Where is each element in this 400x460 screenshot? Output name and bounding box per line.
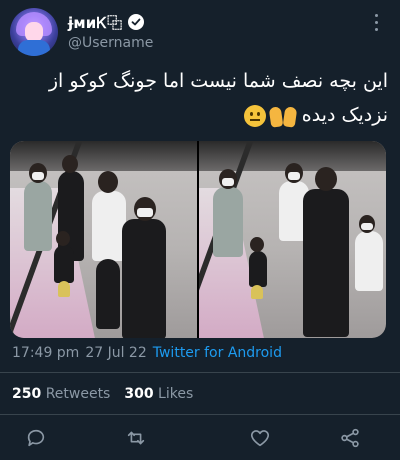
tweet-text-line-2: نزدیک دیده	[12, 98, 388, 132]
tweet-source-link[interactable]: Twitter for Android	[153, 345, 282, 361]
user-handle[interactable]: @Username	[68, 35, 153, 51]
divider-bottom	[0, 414, 400, 415]
reply-icon[interactable]	[22, 424, 50, 452]
tweet-meta: 17:49 pm 27 Jul 22 Twitter for Android	[12, 345, 282, 361]
verified-badge-icon	[128, 14, 145, 30]
tweet-actions	[0, 420, 400, 456]
tweet-text: این بچه نصف شما نیست اما جونگ کوکو از نز…	[12, 64, 388, 132]
retweets-stat[interactable]: 250 Retweets	[12, 386, 110, 402]
display-name[interactable]: ɉᴍᴎᏦ⿻	[68, 12, 122, 33]
photo-left[interactable]	[10, 141, 197, 338]
tweet-media[interactable]	[10, 141, 386, 338]
folded-hands-emoji-icon	[268, 105, 298, 128]
tweet-stats: 250 Retweets 300 Likes	[12, 386, 193, 402]
divider-top	[0, 372, 400, 373]
retweets-count: 250	[12, 386, 42, 402]
likes-count: 300	[124, 386, 154, 402]
tweet-date[interactable]: 27 Jul 22	[85, 345, 146, 361]
more-options-icon[interactable]	[366, 12, 386, 32]
tweet-header: ɉᴍᴎᏦ⿻ @Username	[10, 8, 390, 56]
avatar[interactable]	[10, 8, 58, 56]
tweet-text-line-1: این بچه نصف شما نیست اما جونگ کوکو از	[48, 70, 388, 92]
share-icon[interactable]	[336, 424, 364, 452]
tweet-time[interactable]: 17:49 pm	[12, 345, 79, 361]
neutral-face-emoji-icon	[243, 104, 266, 127]
likes-stat[interactable]: 300 Likes	[124, 386, 193, 402]
retweets-label: Retweets	[45, 386, 111, 402]
photo-right[interactable]	[199, 141, 386, 338]
retweet-icon[interactable]	[122, 424, 150, 452]
tweet-text-line-2-words: نزدیک دیده	[301, 104, 388, 126]
like-icon[interactable]	[246, 424, 274, 452]
name-row: ɉᴍᴎᏦ⿻	[68, 12, 145, 33]
likes-label: Likes	[158, 386, 194, 402]
